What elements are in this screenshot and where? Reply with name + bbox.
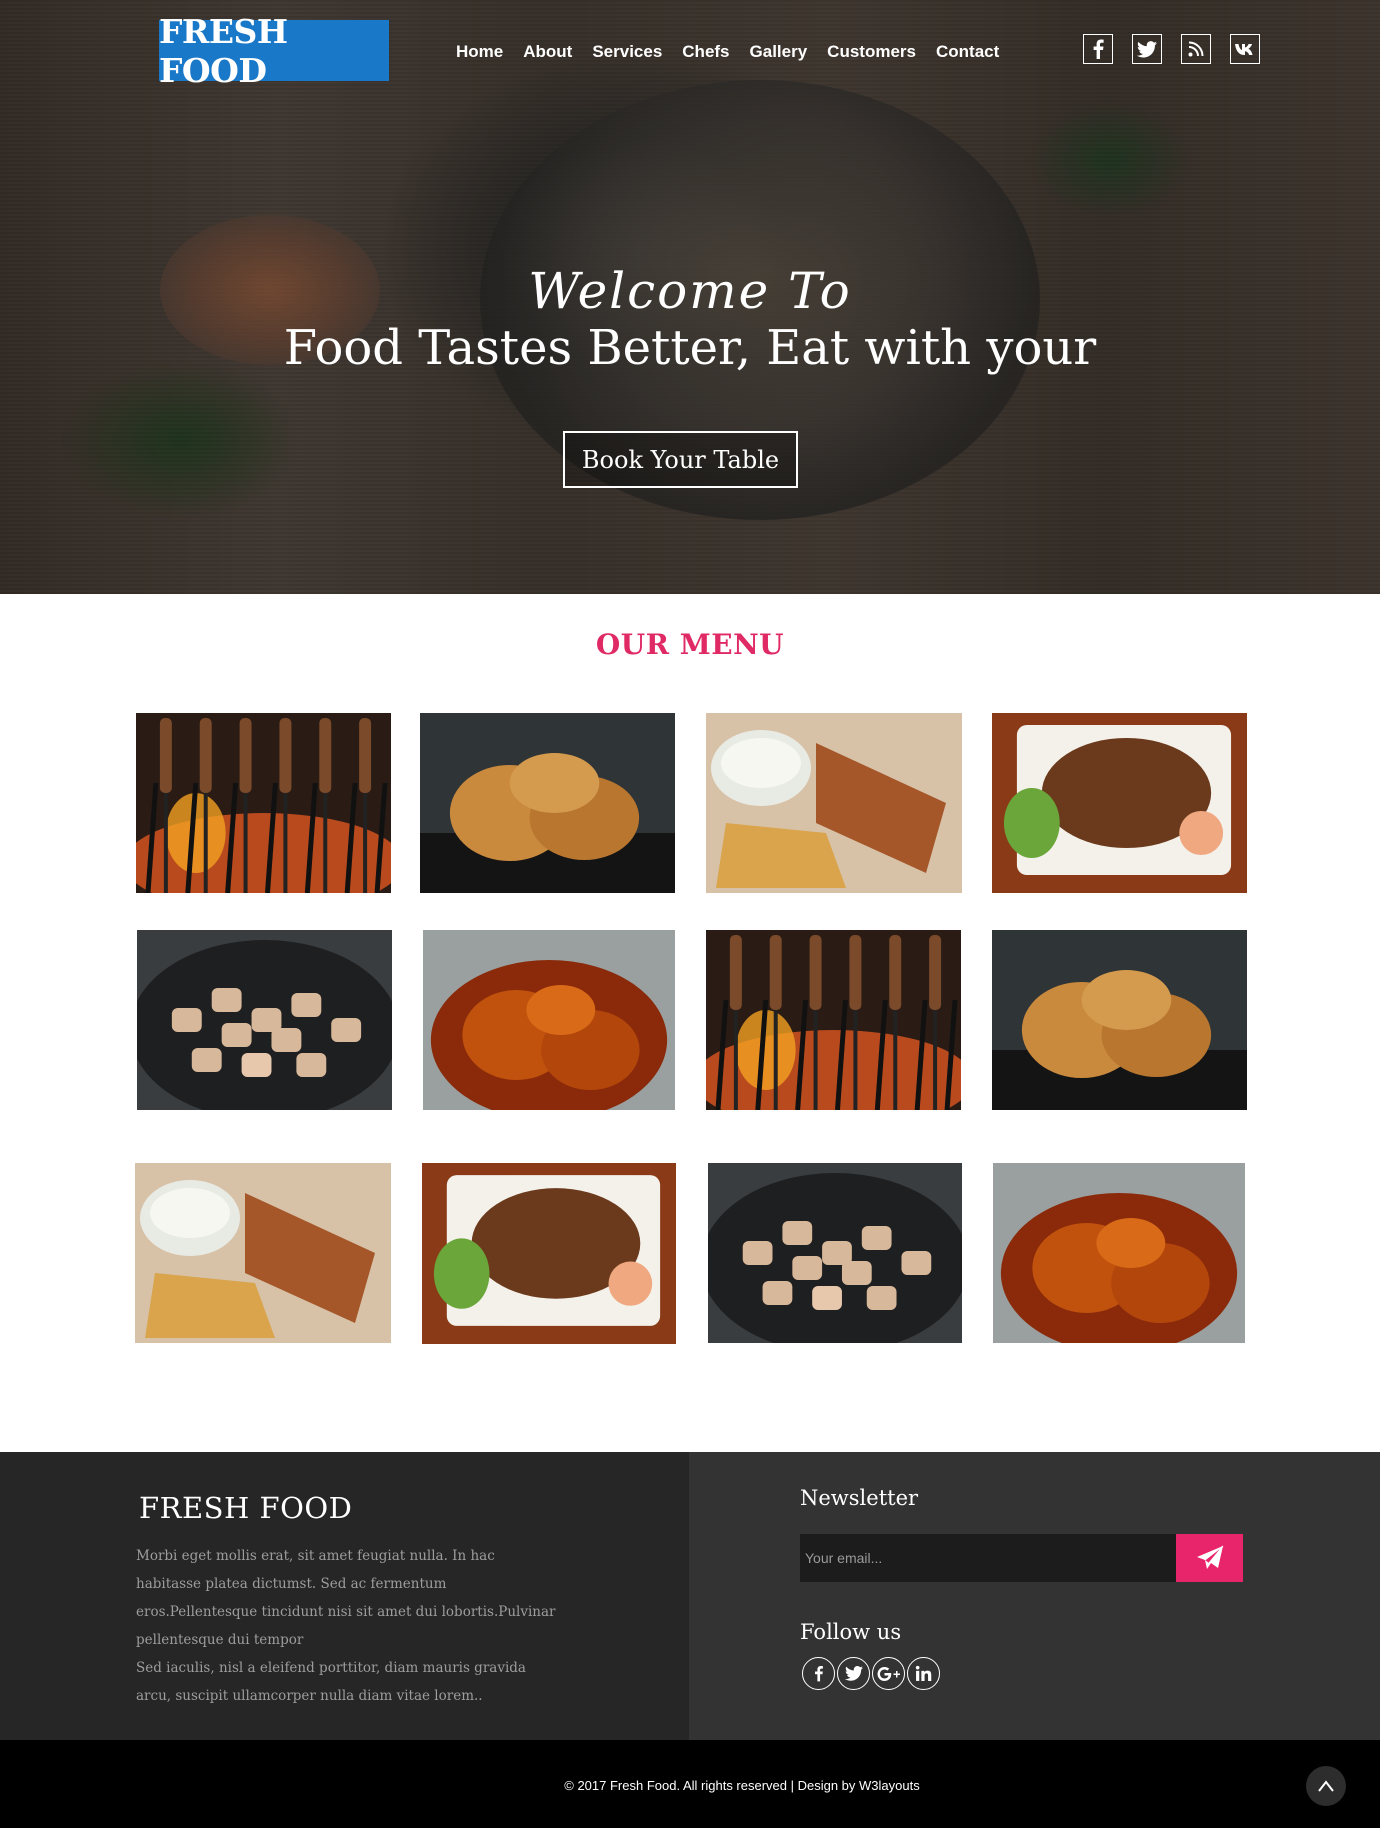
facebook-link[interactable] <box>1083 34 1113 64</box>
footer-google-plus-link[interactable] <box>872 1657 905 1690</box>
menu-item-fried-chicken-8[interactable] <box>992 930 1247 1110</box>
menu-title: OUR MENU <box>595 628 785 661</box>
footer-social-links <box>802 1657 940 1690</box>
header-social-links <box>1083 34 1260 64</box>
menu-item-image <box>993 1163 1245 1343</box>
nav-item-customers[interactable]: Customers <box>827 40 916 64</box>
main-nav: Home About Services Chefs Gallery Custom… <box>456 40 1019 64</box>
nav-item-about[interactable]: About <box>523 40 572 64</box>
chevron-up-icon <box>1318 1780 1334 1792</box>
menu-item-image <box>992 713 1247 893</box>
hero-tagline: Food Tastes Better, Eat with your <box>283 320 1097 376</box>
menu-item-chicken-pieces-pan-11[interactable] <box>708 1163 962 1343</box>
footer-twitter-link[interactable] <box>837 1657 870 1690</box>
menu-item-grilled-skewers-1[interactable] <box>136 713 391 893</box>
footer-linkedin-link[interactable] <box>907 1657 940 1690</box>
newsletter-send-button[interactable] <box>1176 1534 1243 1582</box>
footer-facebook-link[interactable] <box>802 1657 835 1690</box>
nav-item-chefs[interactable]: Chefs <box>682 40 729 64</box>
footer-brand: FRESH FOOD <box>139 1491 353 1525</box>
menu-item-chicken-wings-platter-4[interactable] <box>992 713 1247 893</box>
follow-title: Follow us <box>800 1620 902 1644</box>
google-plus-icon <box>877 1666 900 1681</box>
menu-item-image <box>420 713 675 893</box>
facebook-icon <box>815 1666 823 1682</box>
menu-item-image <box>136 713 391 893</box>
paper-plane-icon <box>1196 1545 1223 1569</box>
menu-item-chicken-strips-dip-3[interactable] <box>706 713 962 893</box>
hero-welcome: Welcome To <box>528 262 852 320</box>
menu-item-chicken-wings-platter-10[interactable] <box>422 1163 676 1344</box>
menu-item-image <box>137 930 392 1110</box>
menu-item-image <box>992 930 1247 1110</box>
menu-item-image <box>706 713 962 893</box>
back-to-top-button[interactable] <box>1306 1766 1346 1806</box>
footer-description-secondary: Sed iaculis, nisl a eleifend porttitor, … <box>136 1660 526 1704</box>
menu-item-glazed-wings-12[interactable] <box>993 1163 1245 1343</box>
nav-item-services[interactable]: Services <box>592 40 662 64</box>
twitter-link[interactable] <box>1132 34 1162 64</box>
footer-description: Morbi eget mollis erat, sit amet feugiat… <box>136 1548 556 1648</box>
menu-item-fried-chicken-2[interactable] <box>420 713 675 893</box>
menu-item-image <box>135 1163 391 1343</box>
nav-item-home[interactable]: Home <box>456 40 503 64</box>
copyright-text: © 2017 Fresh Food. All rights reserved |… <box>564 1778 920 1793</box>
facebook-icon <box>1093 39 1104 59</box>
newsletter-email-input[interactable] <box>800 1534 1176 1582</box>
menu-item-image <box>706 930 961 1110</box>
vk-icon <box>1235 43 1253 55</box>
menu-item-chicken-strips-dip-9[interactable] <box>135 1163 391 1343</box>
rss-link[interactable] <box>1181 34 1211 64</box>
rss-icon <box>1188 41 1204 57</box>
footer-newsletter-panel <box>689 1452 1380 1740</box>
vk-link[interactable] <box>1230 34 1260 64</box>
menu-item-grilled-skewers-7[interactable] <box>706 930 961 1110</box>
twitter-icon <box>1137 40 1157 57</box>
newsletter-title: Newsletter <box>800 1486 919 1510</box>
site-logo[interactable]: FRESH FOOD <box>159 12 389 90</box>
menu-item-image <box>423 930 675 1110</box>
menu-item-image <box>708 1163 962 1343</box>
menu-item-glazed-wings-6[interactable] <box>423 930 675 1110</box>
nav-item-gallery[interactable]: Gallery <box>750 40 808 64</box>
twitter-icon <box>844 1666 863 1681</box>
nav-item-contact[interactable]: Contact <box>936 40 999 64</box>
menu-item-image <box>422 1163 676 1344</box>
menu-item-chicken-pieces-pan-5[interactable] <box>137 930 392 1110</box>
book-table-button[interactable]: Book Your Table <box>563 431 798 488</box>
linkedin-icon <box>915 1665 932 1681</box>
